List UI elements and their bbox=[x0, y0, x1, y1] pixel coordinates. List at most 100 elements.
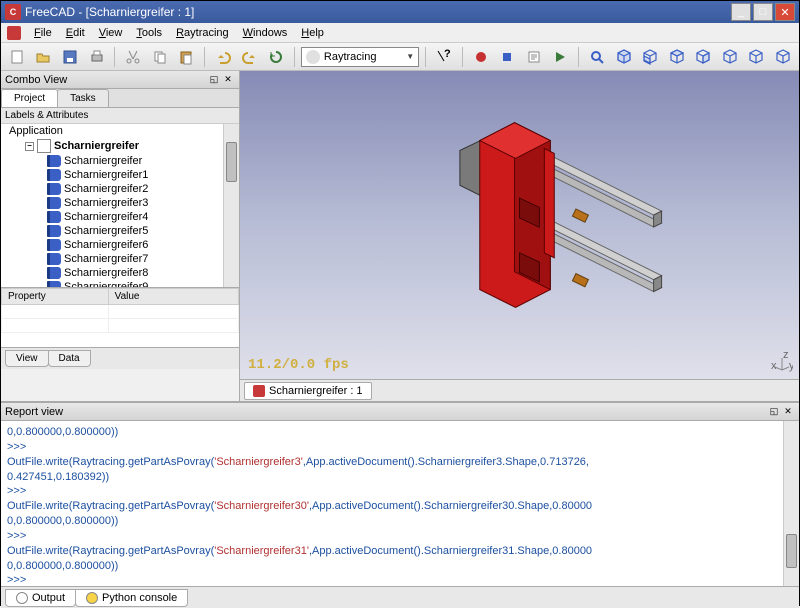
right-view-button[interactable] bbox=[691, 45, 715, 69]
combo-view-panel: Combo View ◱ ✕ ProjectTasks Labels & Att… bbox=[1, 71, 240, 401]
report-line: 0,0.800000,0.800000)) bbox=[7, 559, 793, 574]
prop-col-property[interactable]: Property bbox=[2, 289, 109, 305]
refresh-button[interactable] bbox=[264, 45, 288, 69]
output-tabs: Output Python console bbox=[1, 586, 799, 608]
prop-tab-data[interactable]: Data bbox=[48, 350, 91, 367]
doc-tab-label: Scharniergreifer : 1 bbox=[269, 385, 363, 397]
open-button[interactable] bbox=[32, 45, 56, 69]
top-view-button[interactable] bbox=[665, 45, 689, 69]
report-line: 0,0.800000,0.800000)) bbox=[7, 514, 793, 529]
output-tab-label: Output bbox=[32, 592, 65, 604]
workbench-selector[interactable]: Raytracing bbox=[301, 47, 419, 67]
document-tree[interactable]: Application−ScharniergreiferScharniergre… bbox=[1, 124, 239, 288]
whatsthis-button[interactable]: ? bbox=[432, 45, 456, 69]
report-line: 0.427451,0.180392)) bbox=[7, 470, 793, 485]
tree-node-scharniergreifer[interactable]: Scharniergreifer bbox=[1, 154, 239, 168]
save-button[interactable] bbox=[58, 45, 82, 69]
output-tab-python-console[interactable]: Python console bbox=[75, 589, 188, 607]
report-line: OutFile.write(Raytracing.getPartAsPovray… bbox=[7, 544, 793, 559]
tree-node-scharniergreifer2[interactable]: Scharniergreifer2 bbox=[1, 182, 239, 196]
new-button[interactable] bbox=[5, 45, 29, 69]
copy-button[interactable] bbox=[148, 45, 172, 69]
menu-tools[interactable]: Tools bbox=[129, 25, 169, 41]
report-line: >>> bbox=[7, 484, 793, 499]
doc-tab-icon bbox=[253, 385, 265, 397]
report-line: OutFile.write(Raytracing.getPartAsPovray… bbox=[7, 499, 793, 514]
prop-tab-view[interactable]: View bbox=[5, 350, 49, 367]
svg-text:z: z bbox=[783, 351, 789, 361]
front-view-button[interactable] bbox=[638, 45, 662, 69]
menu-windows[interactable]: Windows bbox=[236, 25, 295, 41]
property-grid[interactable]: Property Value bbox=[1, 288, 239, 348]
toolbar: Raytracing ? bbox=[1, 43, 799, 71]
document-tab[interactable]: Scharniergreifer : 1 bbox=[244, 382, 372, 400]
titlebar: C FreeCAD - [Scharniergreifer : 1] _ □ ✕ bbox=[1, 1, 799, 23]
report-view-panel: Report view ◱ ✕ 0,0.800000,0.800000))>>>… bbox=[1, 401, 799, 608]
3d-viewport[interactable]: 11.2/0.0 fps xyz bbox=[240, 71, 799, 379]
report-float-button[interactable]: ◱ bbox=[767, 405, 781, 419]
menu-raytracing[interactable]: Raytracing bbox=[169, 25, 236, 41]
maximize-button[interactable]: □ bbox=[753, 3, 773, 21]
tree-node-scharniergreifer7[interactable]: Scharniergreifer7 bbox=[1, 252, 239, 266]
property-tabs: ViewData bbox=[1, 348, 239, 369]
output-tab-label: Python console bbox=[102, 592, 177, 604]
tab-project[interactable]: Project bbox=[1, 89, 58, 107]
axonometric-button[interactable] bbox=[612, 45, 636, 69]
output-icon bbox=[16, 592, 28, 604]
tree-scrollbar[interactable] bbox=[223, 124, 239, 287]
nav-axis-indicator[interactable]: xyz bbox=[771, 351, 793, 373]
undo-button[interactable] bbox=[211, 45, 235, 69]
menu-help[interactable]: Help bbox=[294, 25, 331, 41]
report-output[interactable]: 0,0.800000,0.800000))>>>OutFile.write(Ra… bbox=[1, 421, 799, 586]
tab-tasks[interactable]: Tasks bbox=[57, 89, 109, 107]
prop-col-value[interactable]: Value bbox=[108, 289, 238, 305]
close-button[interactable]: ✕ bbox=[775, 3, 795, 21]
menubar: FileEditViewToolsRaytracingWindowsHelp bbox=[1, 23, 799, 43]
print-button[interactable] bbox=[85, 45, 109, 69]
tree-node-scharniergreifer8[interactable]: Scharniergreifer8 bbox=[1, 266, 239, 280]
paste-button[interactable] bbox=[175, 45, 199, 69]
svg-text:y: y bbox=[789, 360, 793, 372]
report-view-title: Report view bbox=[5, 406, 767, 418]
tree-node-scharniergreifer1[interactable]: Scharniergreifer1 bbox=[1, 168, 239, 182]
tree-node-scharniergreifer9[interactable]: Scharniergreifer9 bbox=[1, 280, 239, 288]
report-close-button[interactable]: ✕ bbox=[781, 405, 795, 419]
doc-mdi-icon bbox=[7, 26, 21, 40]
stop-macro-button[interactable] bbox=[495, 45, 519, 69]
document-tab-bar: Scharniergreifer : 1 bbox=[240, 379, 799, 401]
cut-button[interactable] bbox=[121, 45, 145, 69]
menu-view[interactable]: View bbox=[92, 25, 130, 41]
redo-button[interactable] bbox=[238, 45, 262, 69]
tree-header: Labels & Attributes bbox=[1, 108, 239, 124]
dock-float-button[interactable]: ◱ bbox=[207, 73, 221, 87]
report-line: >>> bbox=[7, 529, 793, 544]
fit-all-button[interactable] bbox=[585, 45, 609, 69]
tree-node-scharniergreifer3[interactable]: Scharniergreifer3 bbox=[1, 196, 239, 210]
rear-view-button[interactable] bbox=[718, 45, 742, 69]
report-line: >>> bbox=[7, 573, 793, 586]
macros-button[interactable] bbox=[522, 45, 546, 69]
output-tab-output[interactable]: Output bbox=[5, 589, 76, 607]
python-icon bbox=[86, 592, 98, 604]
run-macro-button[interactable] bbox=[549, 45, 573, 69]
svg-text:?: ? bbox=[444, 49, 451, 60]
tree-node-scharniergreifer4[interactable]: Scharniergreifer4 bbox=[1, 210, 239, 224]
combo-view-title: Combo View bbox=[5, 74, 207, 86]
app-icon: C bbox=[5, 4, 21, 20]
tree-node-scharniergreifer5[interactable]: Scharniergreifer5 bbox=[1, 224, 239, 238]
left-view-button[interactable] bbox=[771, 45, 795, 69]
bottom-view-button[interactable] bbox=[745, 45, 769, 69]
raytracing-icon bbox=[306, 50, 320, 64]
report-scrollbar[interactable] bbox=[783, 421, 799, 586]
window-title: FreeCAD - [Scharniergreifer : 1] bbox=[25, 5, 731, 19]
record-macro-button[interactable] bbox=[469, 45, 493, 69]
menu-edit[interactable]: Edit bbox=[59, 25, 92, 41]
tree-node-scharniergreifer6[interactable]: Scharniergreifer6 bbox=[1, 238, 239, 252]
dock-close-button[interactable]: ✕ bbox=[221, 73, 235, 87]
tree-node-application[interactable]: Application bbox=[1, 124, 239, 138]
report-line: OutFile.write(Raytracing.getPartAsPovray… bbox=[7, 455, 793, 470]
tree-node-document[interactable]: −Scharniergreifer bbox=[1, 138, 239, 154]
minimize-button[interactable]: _ bbox=[731, 3, 751, 21]
menu-file[interactable]: File bbox=[27, 25, 59, 41]
fps-counter: 11.2/0.0 fps bbox=[248, 357, 349, 373]
